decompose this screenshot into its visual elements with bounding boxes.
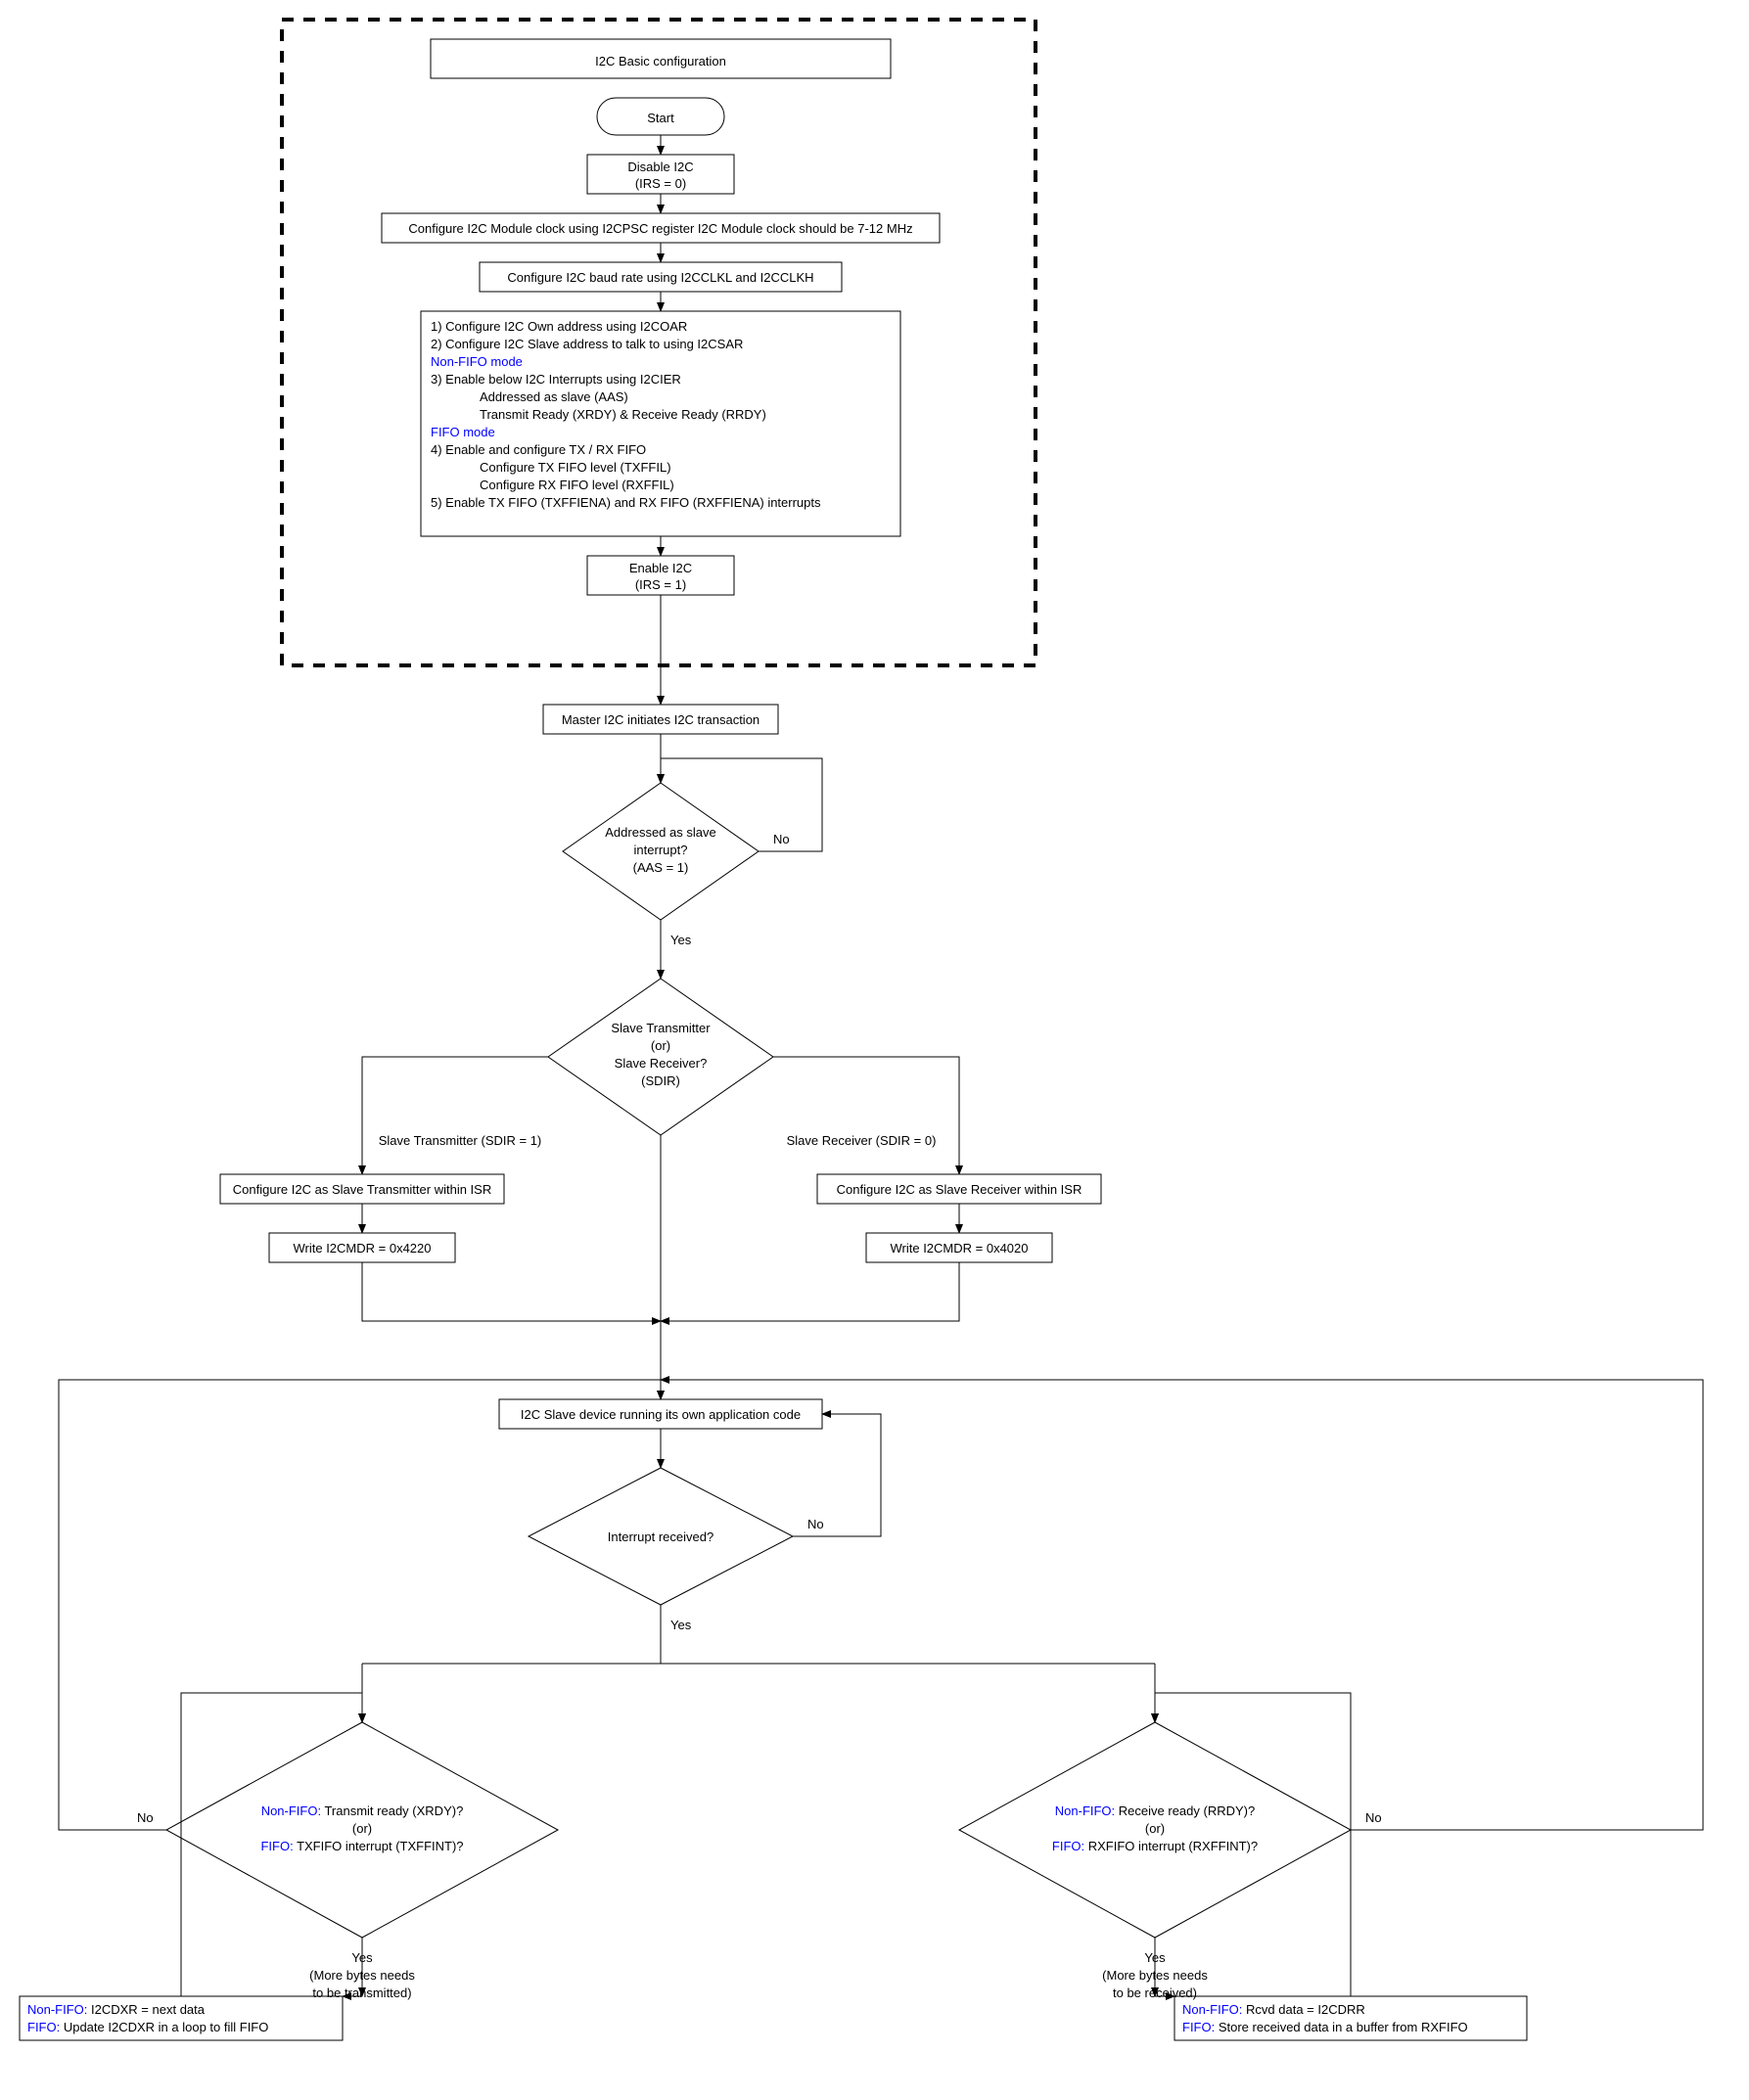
more-rx-1: (More bytes needs	[1102, 1968, 1208, 1983]
tx-d2: (or)	[352, 1821, 372, 1836]
enable-l1: Enable I2C	[629, 561, 692, 575]
aas-l2: interrupt?	[634, 843, 688, 857]
cfg3: 3) Enable below I2C Interrupts using I2C…	[431, 372, 681, 387]
sdir-l4: (SDIR)	[641, 1073, 680, 1088]
more-rx-2: to be received)	[1113, 1986, 1197, 2000]
cfg-rx-text: Configure I2C as Slave Receiver within I…	[837, 1182, 1082, 1197]
cfg-clock-text: Configure I2C Module clock using I2CPSC …	[408, 221, 912, 236]
tx-act2: FIFO: Update I2CDXR in a loop to fill FI…	[27, 2020, 268, 2034]
cfg1: 1) Configure I2C Own address using I2COA…	[431, 319, 687, 334]
tx-d3: FIFO: TXFIFO interrupt (TXFFINT)?	[260, 1839, 463, 1853]
rx-branch	[773, 1057, 959, 1174]
write-tx-text: Write I2CMDR = 0x4220	[293, 1241, 431, 1255]
tx-branch	[362, 1057, 548, 1174]
fifo-mode: FIFO mode	[431, 425, 495, 439]
rx-yes-label: Yes	[1144, 1950, 1166, 1965]
tx-yes-label: Yes	[351, 1950, 373, 1965]
app-code-text: I2C Slave device running its own applica…	[521, 1407, 801, 1422]
start-text: Start	[647, 111, 674, 125]
more-tx-2: to be transmitted)	[312, 1986, 411, 2000]
non-fifo-mode: Non-FIFO mode	[431, 354, 523, 369]
disable-l1: Disable I2C	[627, 160, 693, 174]
title-text: I2C Basic configuration	[595, 54, 726, 68]
master-init-text: Master I2C initiates I2C transaction	[562, 712, 759, 727]
tx-d1: Non-FIFO: Transmit ready (XRDY)?	[261, 1803, 464, 1818]
enable-l2: (IRS = 1)	[635, 577, 686, 592]
rx-join	[661, 1262, 959, 1321]
write-rx-text: Write I2CMDR = 0x4020	[890, 1241, 1028, 1255]
tx-branch-label: Slave Transmitter (SDIR = 1)	[379, 1133, 542, 1148]
cfg4b: Configure RX FIFO level (RXFFIL)	[480, 478, 674, 492]
int-no-label: No	[807, 1517, 824, 1531]
cfg-baud-text: Configure I2C baud rate using I2CCLKL an…	[507, 270, 813, 285]
sdir-l3: Slave Receiver?	[615, 1056, 708, 1071]
aas-yes-label: Yes	[670, 933, 692, 947]
aas-l1: Addressed as slave	[605, 825, 715, 840]
sdir-l1: Slave Transmitter	[611, 1021, 711, 1035]
aas-l3: (AAS = 1)	[633, 860, 689, 875]
more-tx-1: (More bytes needs	[309, 1968, 415, 1983]
rx-no-label: No	[1365, 1810, 1382, 1825]
tx-act1: Non-FIFO: I2CDXR = next data	[27, 2002, 206, 2017]
rx-d2: (or)	[1145, 1821, 1165, 1836]
cfg5: 5) Enable TX FIFO (TXFFIENA) and RX FIFO…	[431, 495, 821, 510]
rx-d3: FIFO: RXFIFO interrupt (RXFFINT)?	[1052, 1839, 1258, 1853]
rx-d1: Non-FIFO: Receive ready (RRDY)?	[1055, 1803, 1255, 1818]
cfg3a: Addressed as slave (AAS)	[480, 389, 628, 404]
int-no-loop	[793, 1414, 881, 1536]
cfg4a: Configure TX FIFO level (TXFFIL)	[480, 460, 671, 475]
cfg3b: Transmit Ready (XRDY) & Receive Ready (R…	[480, 407, 766, 422]
cfg2: 2) Configure I2C Slave address to talk t…	[431, 337, 743, 351]
tx-no-label: No	[137, 1810, 154, 1825]
disable-l2: (IRS = 0)	[635, 176, 686, 191]
rx-act2: FIFO: Store received data in a buffer fr…	[1182, 2020, 1468, 2034]
sdir-l2: (or)	[651, 1038, 670, 1053]
tx-join	[362, 1262, 661, 1321]
cfg4: 4) Enable and configure TX / RX FIFO	[431, 442, 646, 457]
aas-no-label: No	[773, 832, 790, 846]
int-recv-text: Interrupt received?	[608, 1529, 713, 1544]
cfg-tx-text: Configure I2C as Slave Transmitter withi…	[233, 1182, 491, 1197]
rx-branch-label: Slave Receiver (SDIR = 0)	[787, 1133, 937, 1148]
int-yes-label: Yes	[670, 1618, 692, 1632]
rx-act1: Non-FIFO: Rcvd data = I2CDRR	[1182, 2002, 1365, 2017]
